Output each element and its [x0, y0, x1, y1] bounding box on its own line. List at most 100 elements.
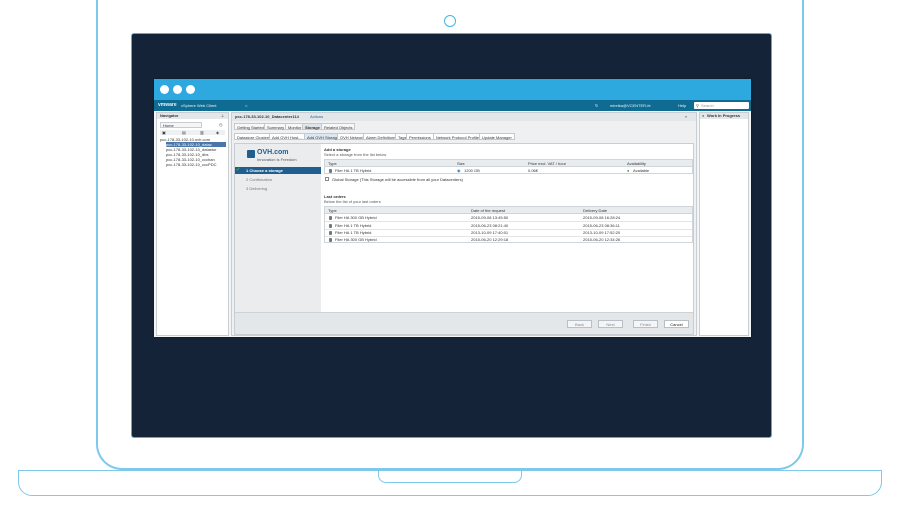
network-icon[interactable]: ◈ [216, 130, 219, 135]
back-button[interactable]: Back [567, 320, 592, 328]
wizard-steps-panel: OVH.com Innovation is Freedom ✔ 1 Choose… [235, 144, 321, 328]
column-header[interactable]: Price excl. VAT / hour [528, 160, 566, 167]
table-row[interactable]: Filer HA 1 TB Hybrid 2015-06-23 08:21:40… [325, 222, 692, 229]
cancel-button[interactable]: Cancel [664, 320, 689, 328]
storage-icon [329, 238, 332, 242]
step-label: 1 Choose a storage [246, 168, 283, 173]
tab-related-objects[interactable]: Related Objects [321, 123, 356, 130]
navigator-toolbar: ▣ ▤ ▥ ◈ [160, 130, 225, 135]
storage-wizard: OVH.com Innovation is Freedom ✔ 1 Choose… [234, 143, 694, 335]
tab-summary[interactable]: Summary [264, 123, 288, 130]
storage-icon[interactable]: ▥ [200, 130, 204, 135]
table-row[interactable]: Filer HA 1 TB Hybrid ◉ 1200 GB 0.06€ ● A… [325, 167, 692, 174]
cell-type: Filer HA 300 GB Hybrid [335, 237, 377, 242]
history-icon[interactable]: ◷ [219, 122, 223, 127]
cell-request-date: 2015-09-08 13:45:50 [471, 215, 509, 220]
ovh-logo-text: OVH.com [257, 149, 289, 156]
tab-getting-started[interactable]: Getting Started [234, 123, 267, 130]
checkmark-icon: ✔ [236, 167, 241, 173]
cell-type: Filer HA 1 TB Hybrid [335, 230, 372, 235]
app-header: vmware vSphere Web Client ⌂ ↻ mireika@VC… [154, 100, 751, 111]
wizard-footer: Back Next Finish Cancel [235, 312, 693, 334]
search-placeholder: Search [701, 103, 714, 108]
subtab-alarm-definitions[interactable]: Alarm Definitions [363, 133, 400, 140]
wizard-step-active[interactable]: ✔ 1 Choose a storage [235, 167, 321, 174]
disk-icon: ◉ [457, 168, 461, 173]
step-label[interactable]: 3 Delivering [246, 186, 267, 191]
expand-icon[interactable]: » [685, 114, 687, 119]
app-window: vmware vSphere Web Client ⌂ ↻ mireika@VC… [154, 79, 751, 337]
help-menu[interactable]: Help [678, 103, 686, 108]
product-name: vSphere Web Client [181, 103, 217, 108]
tree-item[interactable]: pcc-178-33-102-10_cccPDC [166, 162, 216, 167]
cell-type: Filer HA 300 GB Hybrid [335, 215, 377, 220]
column-header[interactable]: Availability [627, 160, 646, 167]
ovh-tagline: Innovation is Freedom [257, 157, 297, 162]
finish-button[interactable]: Finish [633, 320, 658, 328]
table-header: Type Date of the request Delivery Date [325, 207, 692, 214]
search-input[interactable]: ⚲ Search [694, 102, 749, 109]
subtab-update-manager[interactable]: Update Manager [479, 133, 515, 140]
window-dot-icon[interactable] [160, 85, 169, 94]
cell-type: Filer HA 1 TB Hybrid [335, 223, 372, 228]
home-label: Home [163, 123, 174, 128]
storage-icon [329, 169, 332, 173]
column-header[interactable]: Date of the request [471, 207, 505, 214]
navigator-header: Navigator ⊥ [157, 113, 228, 119]
brand-logo: vmware [158, 102, 177, 108]
add-storage-subtitle: Select a storage from the list below [324, 152, 387, 157]
actions-menu[interactable]: Actions [310, 114, 323, 119]
cell-delivery-date: 2015-09-08 16:28:24 [583, 215, 621, 220]
table-row[interactable]: Filer HA 300 GB Hybrid 2015-09-08 13:45:… [325, 214, 692, 221]
home-button[interactable]: Home [160, 122, 202, 128]
window-titlebar [154, 79, 751, 100]
camera-icon [444, 15, 456, 27]
storage-table: Type Size Price excl. VAT / hour Availab… [324, 159, 693, 174]
refresh-icon[interactable]: ↻ [595, 103, 598, 108]
table-header: Type Size Price excl. VAT / hour Availab… [325, 160, 692, 167]
work-in-progress-header: ● Work In Progress [700, 113, 748, 119]
window-dot-icon[interactable] [186, 85, 195, 94]
storage-icon [329, 216, 332, 220]
column-header[interactable]: Type [328, 207, 337, 214]
pin-icon[interactable]: ● [702, 113, 704, 118]
next-button[interactable]: Next [598, 320, 623, 328]
home-icon[interactable]: ⌂ [245, 103, 247, 108]
step-label[interactable]: 2 Confirmation [246, 177, 272, 182]
vms-icon[interactable]: ▤ [182, 130, 186, 135]
pin-icon[interactable]: ⊥ [221, 113, 224, 118]
cell-type: Filer HA 1 TB Hybrid [335, 168, 372, 173]
check-icon: ● [627, 168, 630, 173]
tab-storage[interactable]: Storage [302, 123, 323, 130]
navigator-panel: Navigator ⊥ Home ◷ ▣ ▤ ▥ ◈ pcc-178-33-10… [156, 112, 229, 336]
column-header[interactable]: Type [328, 160, 337, 167]
laptop-notch [378, 471, 522, 483]
work-in-progress-panel: ● Work In Progress [699, 112, 749, 336]
storage-icon [329, 231, 332, 235]
subtab-permissions[interactable]: Permissions [406, 133, 434, 140]
object-header: pcc-178-33-102-10_Datacenter114 Actions … [232, 113, 696, 121]
ovh-logo-icon [247, 150, 255, 158]
cell-availability: Available [633, 168, 650, 173]
last-orders-subtitle: Below the list of your last orders [324, 199, 381, 204]
storage-icon [329, 224, 332, 228]
cell-request-date: 2015-06-20 12:29:18 [471, 237, 509, 242]
search-icon: ⚲ [696, 103, 699, 108]
hosts-icon[interactable]: ▣ [162, 130, 166, 135]
cell-delivery-date: 2013-10-09 17:52:20 [583, 230, 621, 235]
subtab-network-protocol-profiles[interactable]: Network Protocol Profiles [433, 133, 484, 140]
global-storage-checkbox[interactable] [325, 177, 329, 181]
column-header[interactable]: Delivery Date [583, 207, 607, 214]
column-header[interactable]: Size [457, 160, 465, 167]
subtab-datastore-clusters[interactable]: Datastore Clusters [234, 133, 274, 140]
subtab-add-ovh-host[interactable]: Add OVH Host... [269, 133, 305, 140]
work-in-progress-title: Work In Progress [707, 113, 741, 118]
table-row[interactable]: Filer HA 300 GB Hybrid 2015-06-20 12:29:… [325, 236, 692, 243]
window-dot-icon[interactable] [173, 85, 182, 94]
navigator-title: Navigator [160, 113, 179, 118]
content-panel: pcc-178-33-102-10_Datacenter114 Actions … [231, 112, 697, 336]
user-menu[interactable]: mireika@VCENTER-fe [610, 103, 651, 108]
table-row[interactable]: Filer HA 1 TB Hybrid 2013-10-09 17:40:01… [325, 229, 692, 236]
cell-request-date: 2013-10-09 17:40:01 [471, 230, 509, 235]
cell-request-date: 2015-06-23 08:21:40 [471, 223, 509, 228]
